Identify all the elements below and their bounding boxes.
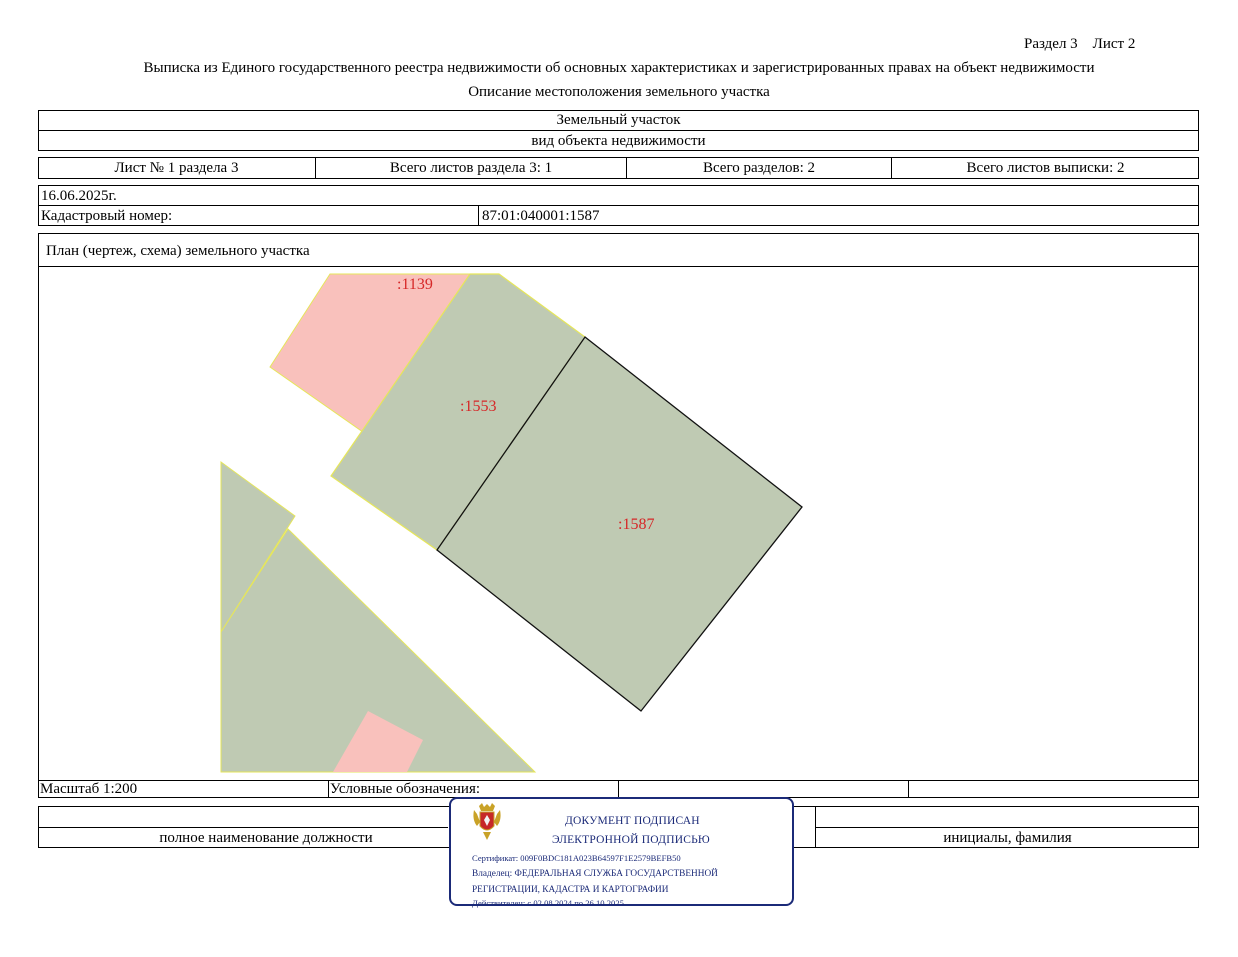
parcel-label-1587: :1587: [618, 516, 655, 533]
name-caption: инициалы, фамилия: [943, 829, 1072, 846]
electronic-signature-stamp: ДОКУМЕНТ ПОДПИСАН ЭЛЕКТРОННОЙ ПОДПИСЬЮ С…: [449, 797, 794, 908]
stamp-line-2: ЭЛЕКТРОННОЙ ПОДПИСЬЮ: [552, 834, 710, 846]
scale-label: Масштаб 1:200: [40, 780, 138, 797]
stamp-line-1: ДОКУМЕНТ ПОДПИСАН: [565, 815, 700, 827]
stamp-owner-2: РЕГИСТРАЦИИ, КАДАСТРА И КАРТОГРАФИИ: [472, 885, 669, 895]
parcel-label-1139: :1139: [397, 276, 433, 293]
stamp-certificate: Сертификат: 009F0BDC181A023B64597F1E2579…: [472, 853, 681, 863]
parcel-label-1553: :1553: [460, 398, 497, 415]
stamp-owner-1: Владелец: ФЕДЕРАЛЬНАЯ СЛУЖБА ГОСУДАРСТВЕ…: [472, 869, 718, 879]
position-caption: полное наименование должности: [159, 829, 373, 846]
stamp-validity: Действителен: с 02.08.2024 по 26.10.2025: [472, 898, 624, 908]
legend-label: Условные обозначения:: [330, 780, 481, 797]
coat-of-arms-icon: [473, 803, 501, 840]
